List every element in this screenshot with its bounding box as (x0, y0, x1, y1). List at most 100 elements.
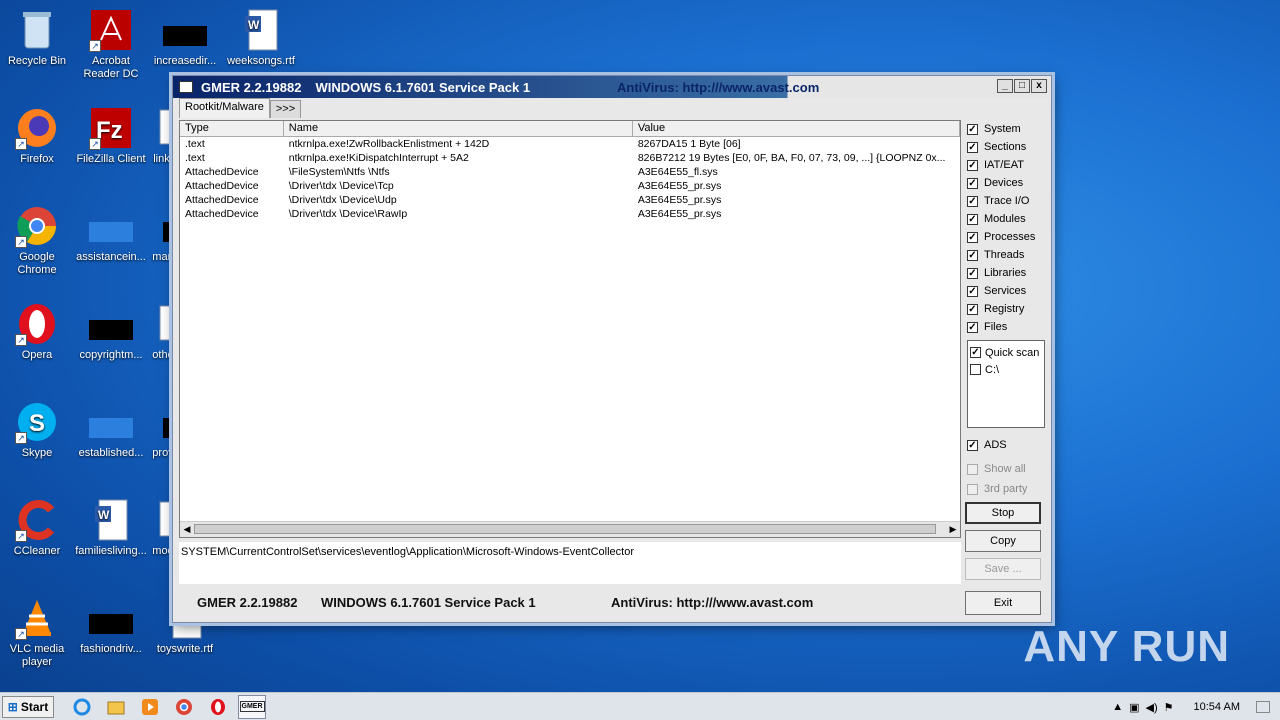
table-row[interactable]: AttachedDevice \FileSystem\Ntfs \Ntfs A3… (180, 165, 960, 179)
tab-rootkit-malware[interactable]: Rootkit/Malware (179, 98, 270, 118)
title-bar[interactable]: GMER 2.2.19882 WINDOWS 6.1.7601 Service … (173, 76, 1051, 98)
cell-value: A3E64E55_fl.sys (637, 166, 718, 178)
taskbar-chrome-icon[interactable] (170, 695, 198, 719)
desktop-icon-increasedir[interactable]: increasedir... (148, 8, 222, 68)
desktop-icon-skype[interactable]: S ↗ Skype (0, 400, 74, 460)
table-row[interactable]: AttachedDevice \Driver\tdx \Device\Tcp A… (180, 179, 960, 193)
option-sections[interactable]: ✓ Sections (963, 138, 1047, 156)
network-icon[interactable]: ▣ (1129, 701, 1139, 714)
cell-name: \Driver\tdx \Device\Tcp (288, 180, 394, 192)
title-antivirus: AntiVirus: http:///www.avast.com (617, 79, 820, 95)
scan-target-quick-scan[interactable]: ✓ Quick scan (970, 344, 1042, 361)
start-button[interactable]: ⊞ Start (2, 695, 54, 718)
option-processes[interactable]: ✓ Processes (963, 228, 1047, 246)
cell-value: 826B7212 19 Bytes [E0, 0F, BA, F0, 07, 7… (637, 152, 946, 164)
option-files[interactable]: ✓ Files (963, 318, 1047, 336)
option-threads[interactable]: ✓ Threads (963, 246, 1047, 264)
checkbox-checked-icon: ✓ (967, 213, 978, 225)
checkbox-checked-icon: ✓ (967, 267, 978, 279)
windows-logo-icon: ⊞ (7, 699, 18, 714)
option-services[interactable]: ✓ Services (963, 282, 1047, 300)
scroll-thumb[interactable] (194, 524, 936, 534)
maximize-button[interactable]: □ (1014, 79, 1030, 93)
table-row[interactable]: AttachedDevice \Driver\tdx \Device\Udp A… (180, 193, 960, 207)
option-devices[interactable]: ✓ Devices (963, 174, 1047, 192)
action-center-flag-icon[interactable]: ⚑ (1164, 701, 1174, 714)
table-row[interactable]: AttachedDevice \Driver\tdx \Device\RawIp… (180, 207, 960, 221)
desktop-icon-weeksongs[interactable]: W weeksongs.rtf (224, 8, 298, 68)
taskbar-explorer-icon[interactable] (102, 695, 130, 719)
option-trace-io[interactable]: ✓ Trace I/O (963, 192, 1047, 210)
volume-icon[interactable]: ◀) (1146, 701, 1158, 714)
taskbar-gmer-button[interactable]: GMER (238, 694, 266, 719)
desktop-icon-fashiondriv[interactable]: fashiondriv... (74, 596, 148, 656)
checkbox-unchecked-icon (970, 364, 981, 375)
show-desktop-button[interactable] (1256, 701, 1270, 713)
close-button[interactable]: x (1031, 79, 1047, 93)
minimize-button[interactable]: _ (997, 79, 1013, 93)
desktop-icon-recycle-bin[interactable]: Recycle Bin (0, 8, 74, 68)
cell-value: A3E64E55_pr.sys (637, 194, 722, 206)
scan-target-c-drive[interactable]: C:\ (970, 361, 1042, 378)
desktop-icon-assistancein[interactable]: assistancein... (74, 204, 148, 264)
column-header-value[interactable]: Value (633, 121, 960, 136)
results-list[interactable]: Type Name Value .text ntkrnlpa.exe!ZwRol… (179, 120, 961, 538)
gmer-window[interactable]: GMER 2.2.19882 WINDOWS 6.1.7601 Service … (172, 75, 1052, 623)
stop-button[interactable]: Stop (965, 502, 1041, 524)
tab-strip: Rootkit/Malware >>> (179, 98, 302, 118)
horizontal-scrollbar[interactable]: ◀ ▶ (180, 521, 960, 537)
column-header-name[interactable]: Name (284, 121, 633, 136)
checkbox-checked-icon: ✓ (967, 177, 978, 189)
cell-value: A3E64E55_pr.sys (637, 180, 722, 192)
recycle-bin-icon (15, 8, 59, 52)
desktop-icon-chrome[interactable]: ↗ Google Chrome (0, 204, 74, 277)
option-show-all: Show all (963, 460, 1047, 478)
desktop-icon-established[interactable]: established... (74, 400, 148, 460)
exit-button[interactable]: Exit (965, 591, 1041, 615)
taskbar-media-player-icon[interactable] (136, 695, 164, 719)
desktop-icon-opera[interactable]: ↗ Opera (0, 302, 74, 362)
copy-button[interactable]: Copy (965, 530, 1041, 552)
tab-more[interactable]: >>> (269, 100, 302, 118)
table-row[interactable]: .text ntkrnlpa.exe!KiDispatchInterrupt +… (180, 151, 960, 165)
show-hidden-icons-icon[interactable]: ▲ (1112, 701, 1123, 713)
scan-target-list[interactable]: ✓ Quick scan C:\ (967, 340, 1045, 428)
desktop-icon-familiesliving[interactable]: W familiesliving... (74, 498, 148, 558)
column-header-type[interactable]: Type (180, 121, 284, 136)
checkbox-checked-icon: ✓ (967, 439, 978, 451)
cell-type: .text (185, 152, 205, 164)
option-modules[interactable]: ✓ Modules (963, 210, 1047, 228)
option-system[interactable]: ✓ System (963, 120, 1047, 138)
option-ads[interactable]: ✓ ADS (963, 436, 1047, 454)
desktop-icon-copyrightm[interactable]: copyrightm... (74, 302, 148, 362)
option-iat-eat[interactable]: ✓ IAT/EAT (963, 156, 1047, 174)
options-panel: ✓ System ✓ Sections ✓ IAT/EAT ✓ Devices ✓ Tra… (963, 120, 1047, 580)
option-registry[interactable]: ✓ Registry (963, 300, 1047, 318)
redacted-file-icon (89, 204, 133, 248)
cell-type: AttachedDevice (185, 208, 259, 220)
option-3rd-party: 3rd party (963, 480, 1047, 498)
cell-type: .text (185, 138, 205, 150)
scroll-left-icon[interactable]: ◀ (181, 524, 193, 535)
desktop-icon-vlc[interactable]: ↗ VLC media player (0, 596, 74, 669)
cell-type: AttachedDevice (185, 194, 259, 206)
checkbox-checked-icon: ✓ (967, 231, 978, 243)
clock[interactable]: 10:54 AM (1194, 701, 1240, 713)
checkbox-disabled-icon (967, 463, 978, 475)
scroll-right-icon[interactable]: ▶ (947, 524, 959, 535)
option-libraries[interactable]: ✓ Libraries (963, 264, 1047, 282)
taskbar-ie-icon[interactable] (68, 695, 96, 719)
opera-icon: ↗ (15, 302, 59, 346)
taskbar-opera-icon[interactable] (204, 695, 232, 719)
desktop-icon-ccleaner[interactable]: ↗ CCleaner (0, 498, 74, 558)
taskbar: ⊞ Start GMER ▲ ▣ ◀) ⚑ 10:54 AM (0, 692, 1280, 720)
checkbox-checked-icon: ✓ (967, 123, 978, 135)
cell-type: AttachedDevice (185, 180, 259, 192)
table-row[interactable]: .text ntkrnlpa.exe!ZwRollbackEnlistment … (180, 137, 960, 151)
watermark: ANY RUN (1023, 622, 1230, 671)
cell-name: ntkrnlpa.exe!KiDispatchInterrupt + 5A2 (288, 152, 469, 164)
desktop-icon-acrobat[interactable]: ↗ Acrobat Reader DC (74, 8, 148, 81)
desktop-icon-filezilla[interactable]: Fz ↗ FileZilla Client (74, 106, 148, 166)
checkbox-checked-icon: ✓ (967, 249, 978, 261)
desktop-icon-firefox[interactable]: ↗ Firefox (0, 106, 74, 166)
